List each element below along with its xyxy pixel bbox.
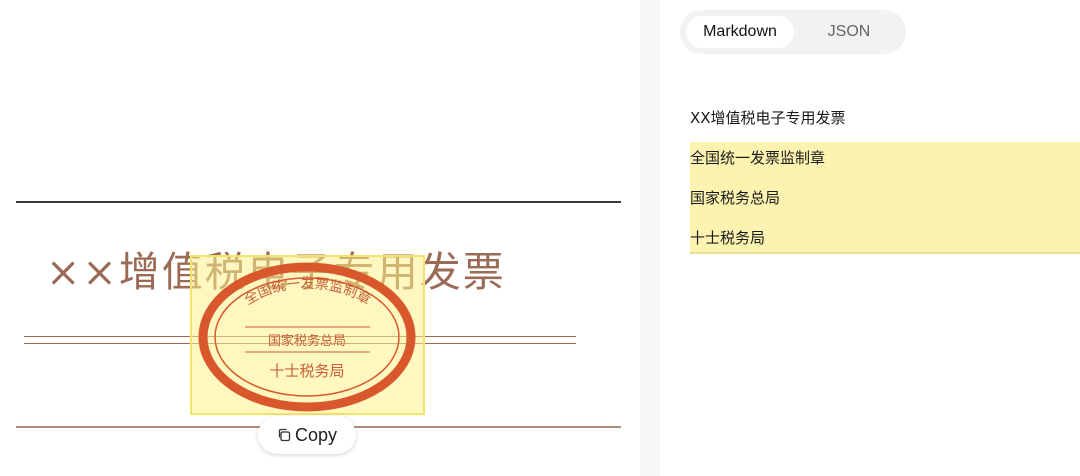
seal-center-text: 国家税务总局 [268, 333, 346, 349]
output-line-seal-3: 十士税务局 [690, 229, 766, 247]
copy-icon [278, 428, 291, 442]
official-seal: 全国统一发票监制章 国家税务总局 十士税务局 [198, 262, 416, 412]
top-rule [16, 201, 621, 203]
markdown-output: XX增值税电子专用发票 全国统一发票监制章 国家税务总局 十士税务局 [690, 98, 1080, 258]
tab-markdown[interactable]: Markdown [686, 16, 794, 48]
output-line-seal-1: 全国统一发票监制章 [690, 149, 826, 167]
output-format-tabs: Markdown JSON [680, 10, 906, 54]
output-line-title: XX增值税电子专用发票 [690, 109, 846, 127]
seal-bottom-text: 十士税务局 [269, 362, 344, 380]
output-pane: Markdown JSON XX增值税电子专用发票 全国统一发票监制章 国家税务… [660, 0, 1080, 476]
pane-divider[interactable] [640, 0, 660, 476]
seal-arc-text: 全国统一发票监制章 [241, 276, 374, 309]
app-root: ××增值税电子专用发票 全国统一发票监制章 国家税务总局 十士税务局 [0, 0, 1080, 476]
output-line-seal-2: 国家税务总局 [690, 189, 781, 207]
tab-json[interactable]: JSON [820, 16, 878, 48]
copy-button-label: Copy [294, 424, 338, 445]
document-preview: ××增值税电子专用发票 全国统一发票监制章 国家税务总局 十士税务局 [0, 0, 640, 476]
copy-button[interactable]: Copy [258, 416, 356, 454]
